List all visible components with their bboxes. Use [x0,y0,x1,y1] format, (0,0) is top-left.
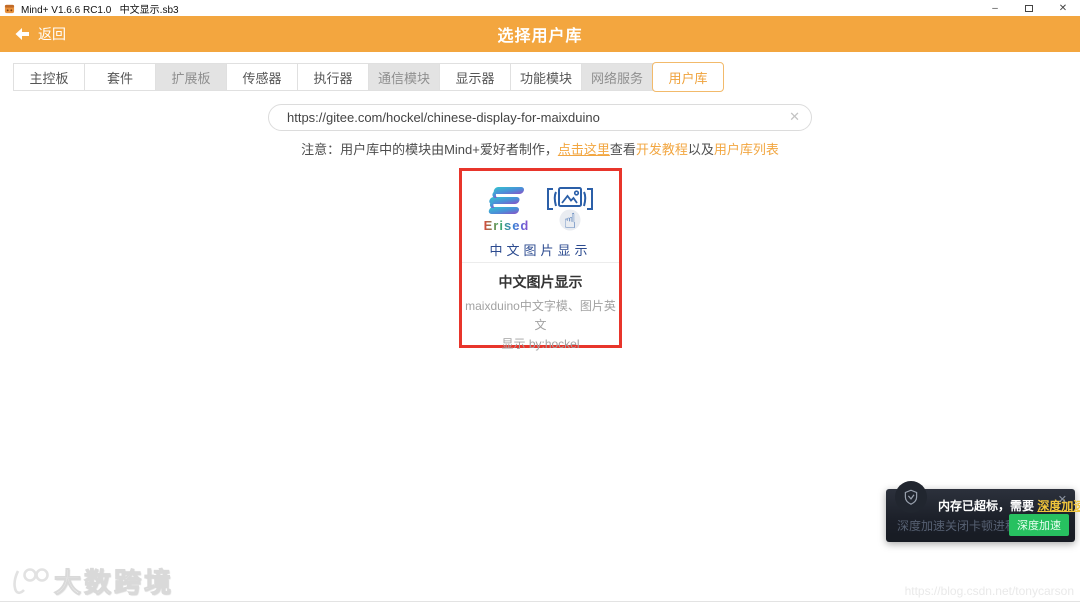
notice-prefix: 注意：用户库中的模块由Mind+爱好者制作， [301,142,558,157]
minimize-button[interactable]: – [978,0,1012,16]
tab-user-library[interactable]: 用户库 [652,62,724,92]
deep-boost-button[interactable]: 深度加速 [1009,514,1069,536]
app-icon [4,4,15,13]
watermark-bottom-right: https://blog.csdn.net/tonycarson [904,584,1074,598]
tab-function-module[interactable]: 功能模块 [510,63,582,91]
card-logo-caption: 中文图片显示 [489,243,592,258]
watermark-text: 大数跨境 [54,568,174,599]
dev-tutorial-link[interactable]: 开发教程 [636,142,688,157]
notice-text: 注意：用户库中的模块由Mind+爱好者制作，点击这里查看开发教程以及用户库列表 [0,139,1080,158]
notice-mid2: 以及 [687,142,714,157]
card-description: maixduino中文字模、图片英文 显示 by:hockel [462,297,619,354]
titlebar: Mind+ V1.6.6 RC1.0 中文显示.sb3 – ✕ [0,0,1080,16]
clear-icon[interactable]: ✕ [789,109,800,125]
memory-alert-popup: 内存已超标，需要 深度加速 ✕ 深度加速关闭卡顿进程 深度加速 [886,481,1080,542]
maximize-icon [1025,4,1033,12]
popup-close-icon[interactable]: ✕ [1058,493,1067,506]
watermark-bottom-left: 大数跨境 [8,561,174,600]
popup-subtext: 深度加速关闭卡顿进程 [897,519,1018,533]
maximize-button[interactable] [1012,0,1046,16]
card-desc-line1: maixduino中文字模、图片英文 [465,299,616,332]
category-tabs: 主控板 套件 扩展板 传感器 执行器 通信模块 显示器 功能模块 网络服务 用户… [13,62,724,92]
tab-sensor[interactable]: 传感器 [226,63,298,91]
erised-logo-icon [488,186,524,214]
library-list-link[interactable]: 用户库列表 [714,142,779,157]
page-header: 选择用户库 返回 [0,16,1080,52]
card-title: 中文图片显示 [498,274,583,290]
tab-network-service[interactable]: 网络服务 [581,63,653,91]
window-title: Mind+ V1.6.6 RC1.0 中文显示.sb3 [21,4,179,16]
card-logo-section: Erised ☝ 中文图片显示 [462,171,619,263]
svg-text:☝: ☝ [564,209,577,233]
shield-badge [895,481,927,513]
tab-mainboard[interactable]: 主控板 [13,63,85,91]
tab-communication-module[interactable]: 通信模块 [368,63,440,91]
tab-kit[interactable]: 套件 [84,63,156,91]
shield-icon [904,489,918,505]
mindplus-window: Mind+ V1.6.6 RC1.0 中文显示.sb3 – ✕ 选择用户库 返回… [0,0,1080,608]
picture-click-icon: ☝ [547,187,594,233]
tab-expansion-board[interactable]: 扩展板 [155,63,227,91]
search-bar: ✕ [268,104,812,131]
popup-message-text: 内存已超标，需要 [938,499,1038,513]
tab-display[interactable]: 显示器 [439,63,511,91]
library-url-input[interactable] [268,104,812,131]
card-desc-line2: 显示 by:hockel [501,337,580,351]
window-bottom-edge [0,601,1080,602]
minimize-icon: – [992,2,998,14]
click-here-link[interactable]: 点击这里 [558,142,610,157]
close-button[interactable]: ✕ [1046,0,1080,16]
erised-logo-text: Erised [483,217,530,233]
tab-actuator[interactable]: 执行器 [297,63,369,91]
notice-mid1: 查看 [609,142,636,157]
close-icon: ✕ [1058,2,1068,14]
watermark-logo-icon [13,567,49,594]
page-title: 选择用户库 [497,28,583,45]
user-library-card[interactable]: Erised ☝ 中文图片显示 中文图片显示 maixduino中文字模、图片英… [459,168,622,351]
